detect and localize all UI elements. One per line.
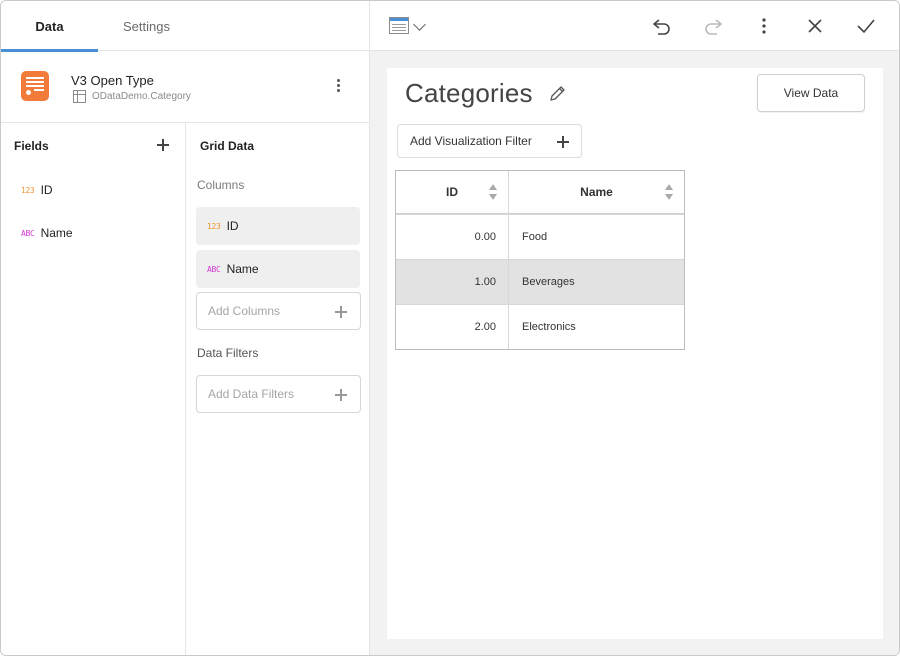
sort-icon[interactable] bbox=[665, 184, 674, 200]
cell-name: Beverages bbox=[522, 276, 575, 288]
field-label: ID bbox=[40, 183, 53, 197]
column-label: ID bbox=[226, 219, 239, 233]
datasource-header: V3 Open Type ODataDemo.Category bbox=[1, 51, 369, 123]
left-panel: Data Settings V3 Open Type ODataDemo.Cat… bbox=[1, 1, 370, 655]
table-icon bbox=[73, 90, 86, 103]
add-field-icon[interactable] bbox=[157, 139, 169, 151]
add-columns-button[interactable]: Add Columns bbox=[196, 292, 361, 330]
field-item-name[interactable]: ABC Name bbox=[21, 226, 73, 240]
string-type-icon: ABC bbox=[207, 264, 221, 274]
redo-icon[interactable] bbox=[701, 14, 725, 38]
visualization-canvas: Categories View Data Add Visualization F… bbox=[387, 68, 883, 639]
grid-data-panel: Grid Data Columns 123 ID ABC Name Add Co… bbox=[187, 123, 370, 655]
datasource-title: V3 Open Type bbox=[71, 73, 154, 88]
number-type-icon: 123 bbox=[21, 185, 35, 195]
plus-icon bbox=[335, 389, 347, 401]
check-icon[interactable] bbox=[854, 14, 878, 38]
table-row[interactable]: 0.00 Food bbox=[396, 214, 684, 259]
tab-bar: Data Settings bbox=[1, 1, 369, 52]
close-icon[interactable] bbox=[803, 14, 827, 38]
plus-icon bbox=[335, 306, 347, 318]
column-header-label: Name bbox=[580, 185, 613, 199]
add-data-filters-placeholder: Add Data Filters bbox=[208, 387, 295, 401]
add-visualization-filter-button[interactable]: Add Visualization Filter bbox=[397, 124, 582, 158]
column-pill-id[interactable]: 123 ID bbox=[196, 207, 360, 245]
fields-panel: Fields 123 ID ABC Name bbox=[1, 123, 186, 655]
column-header-label: ID bbox=[446, 185, 458, 199]
spreadsheet-icon bbox=[21, 71, 49, 101]
view-data-button[interactable]: View Data bbox=[757, 74, 865, 112]
string-type-icon: ABC bbox=[21, 228, 35, 238]
columns-label: Columns bbox=[197, 178, 245, 192]
grid-data-title: Grid Data bbox=[200, 139, 255, 153]
cell-name: Electronics bbox=[522, 321, 576, 333]
cell-id: 1.00 bbox=[396, 260, 509, 304]
column-header-name[interactable]: Name bbox=[509, 171, 684, 213]
table-row[interactable]: 1.00 Beverages bbox=[396, 259, 684, 304]
add-visualization-filter-label: Add Visualization Filter bbox=[410, 134, 532, 148]
visualization-title[interactable]: Categories bbox=[405, 78, 533, 109]
cell-name: Food bbox=[522, 231, 548, 243]
sort-icon[interactable] bbox=[489, 184, 498, 200]
tab-settings[interactable]: Settings bbox=[98, 1, 195, 51]
data-grid: ID Name 0.00 Food 1.00 Beverages 2.00 El… bbox=[395, 170, 685, 350]
cell-id: 0.00 bbox=[396, 215, 509, 259]
field-label: Name bbox=[40, 226, 73, 240]
data-filters-label: Data Filters bbox=[197, 346, 259, 360]
right-panel: Categories View Data Add Visualization F… bbox=[370, 1, 899, 655]
cell-id: 2.00 bbox=[396, 305, 509, 349]
add-data-filters-button[interactable]: Add Data Filters bbox=[196, 375, 361, 413]
chevron-down-icon[interactable] bbox=[413, 18, 426, 31]
column-header-id[interactable]: ID bbox=[396, 171, 509, 213]
edit-pencil-icon[interactable] bbox=[548, 83, 568, 103]
datasource-subtitle: ODataDemo.Category bbox=[73, 90, 191, 103]
more-vertical-icon[interactable] bbox=[752, 14, 776, 38]
grid-icon[interactable] bbox=[389, 17, 409, 34]
datasource-more-icon[interactable] bbox=[335, 79, 341, 95]
field-item-id[interactable]: 123 ID bbox=[21, 183, 53, 197]
undo-icon[interactable] bbox=[650, 14, 674, 38]
toolbar bbox=[370, 1, 899, 51]
add-columns-placeholder: Add Columns bbox=[208, 304, 281, 318]
number-type-icon: 123 bbox=[207, 221, 221, 231]
plus-icon bbox=[557, 136, 569, 148]
app-window: Data Settings V3 Open Type ODataDemo.Cat… bbox=[0, 0, 900, 656]
grid-header-row: ID Name bbox=[396, 171, 684, 214]
tab-data[interactable]: Data bbox=[1, 1, 98, 52]
fields-title: Fields bbox=[14, 139, 49, 153]
column-pill-name[interactable]: ABC Name bbox=[196, 250, 360, 288]
column-label: Name bbox=[226, 262, 259, 276]
datasource-subtitle-text: ODataDemo.Category bbox=[92, 91, 191, 102]
table-row[interactable]: 2.00 Electronics bbox=[396, 304, 684, 349]
